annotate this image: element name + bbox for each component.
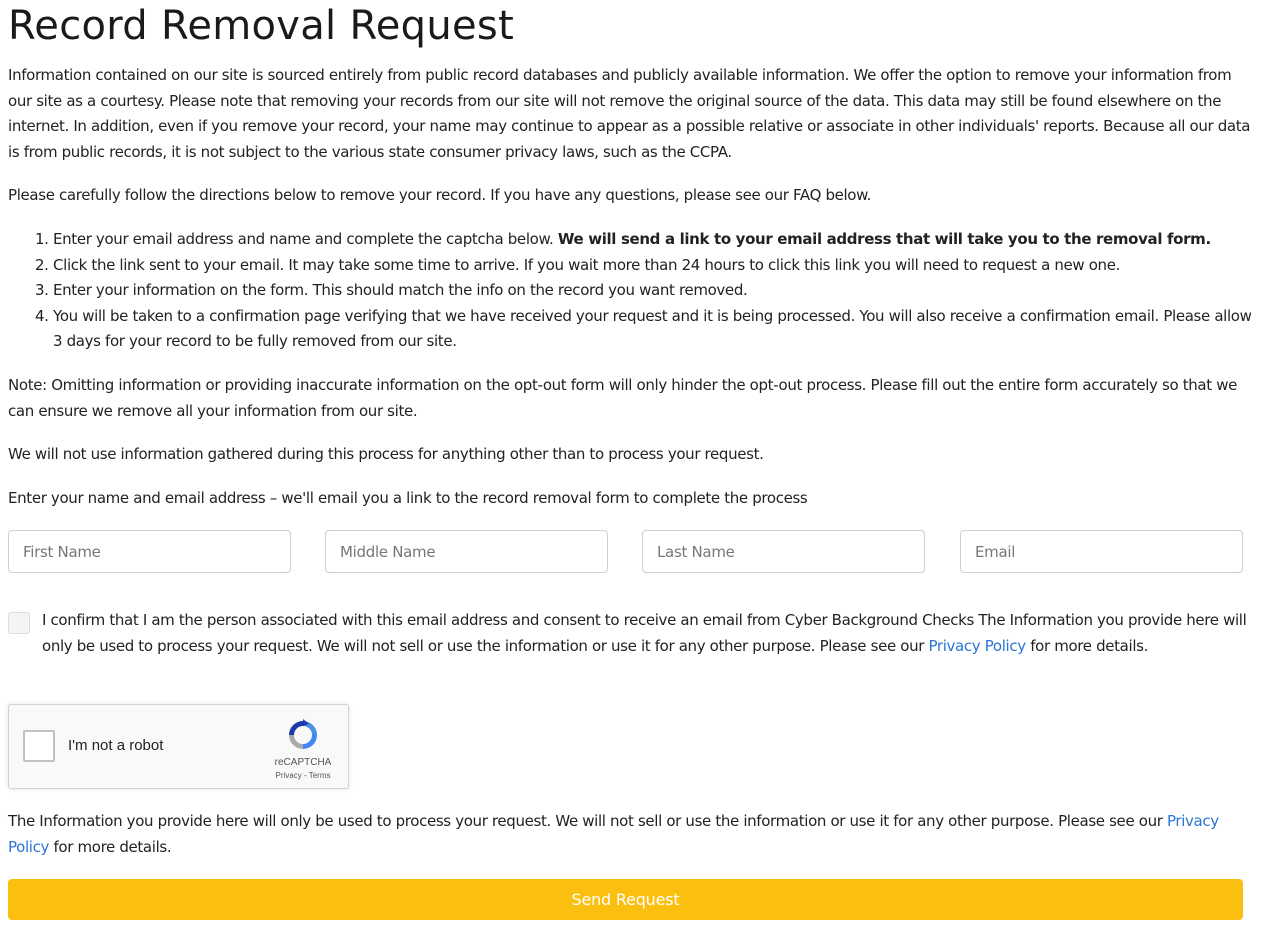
note-paragraph: Note: Omitting information or providing … bbox=[8, 375, 1237, 420]
footer-note-after: for more details. bbox=[49, 837, 172, 856]
enter-prompt: Enter your name and email address – we'l… bbox=[8, 488, 808, 507]
step-text: Click the link sent to your email. It ma… bbox=[53, 255, 1121, 274]
recaptcha-logo-icon bbox=[289, 719, 317, 749]
recaptcha-widget: I'm not a robot reCAPTCHA Privacy - Term… bbox=[8, 704, 349, 789]
step-text: Enter your information on the form. This… bbox=[53, 281, 748, 300]
recaptcha-brand: reCAPTCHA bbox=[274, 757, 332, 768]
consent-section: I confirm that I am the person associate… bbox=[8, 608, 1248, 659]
recaptcha-label: I'm not a robot bbox=[68, 737, 164, 754]
step-bold-text: We will send a link to your email addres… bbox=[557, 229, 1211, 248]
consent-privacy-policy-link[interactable]: Privacy Policy bbox=[928, 637, 1026, 655]
consent-after: for more details. bbox=[1025, 636, 1149, 655]
step-item: Click the link sent to your email. It ma… bbox=[53, 253, 1258, 279]
step-text: Enter your email address and name and co… bbox=[53, 229, 558, 248]
intro-paragraph: Information contained on our site is sou… bbox=[8, 66, 1251, 161]
footer-note-text: The Information you provide here will on… bbox=[8, 812, 1167, 830]
last-name-input[interactable] bbox=[642, 530, 925, 573]
page-title: Record Removal Request bbox=[8, 3, 515, 49]
directions-paragraph: Please carefully follow the directions b… bbox=[8, 186, 872, 205]
footer-note: The Information you provide here will on… bbox=[8, 809, 1248, 860]
send-request-button[interactable]: Send Request bbox=[8, 879, 1243, 920]
consent-checkbox[interactable] bbox=[8, 612, 30, 634]
middle-name-input[interactable] bbox=[325, 530, 608, 573]
step-text: You will be taken to a confirmation page… bbox=[53, 306, 1252, 351]
step-item: Enter your email address and name and co… bbox=[53, 227, 1258, 253]
recaptcha-checkbox[interactable] bbox=[23, 730, 55, 762]
steps-list: Enter your email address and name and co… bbox=[8, 227, 1258, 355]
consent-text: I confirm that I am the person associate… bbox=[42, 608, 1248, 659]
email-input[interactable] bbox=[960, 530, 1243, 573]
record-removal-page: Record Removal Request Information conta… bbox=[0, 0, 1266, 511]
no-use-paragraph: We will not use information gathered dur… bbox=[8, 445, 764, 464]
step-item: You will be taken to a confirmation page… bbox=[53, 304, 1258, 355]
step-item: Enter your information on the form. This… bbox=[53, 278, 1258, 304]
name-email-fields bbox=[8, 530, 1243, 573]
recaptcha-terms[interactable]: Privacy - Terms bbox=[258, 771, 348, 780]
first-name-input[interactable] bbox=[8, 530, 291, 573]
